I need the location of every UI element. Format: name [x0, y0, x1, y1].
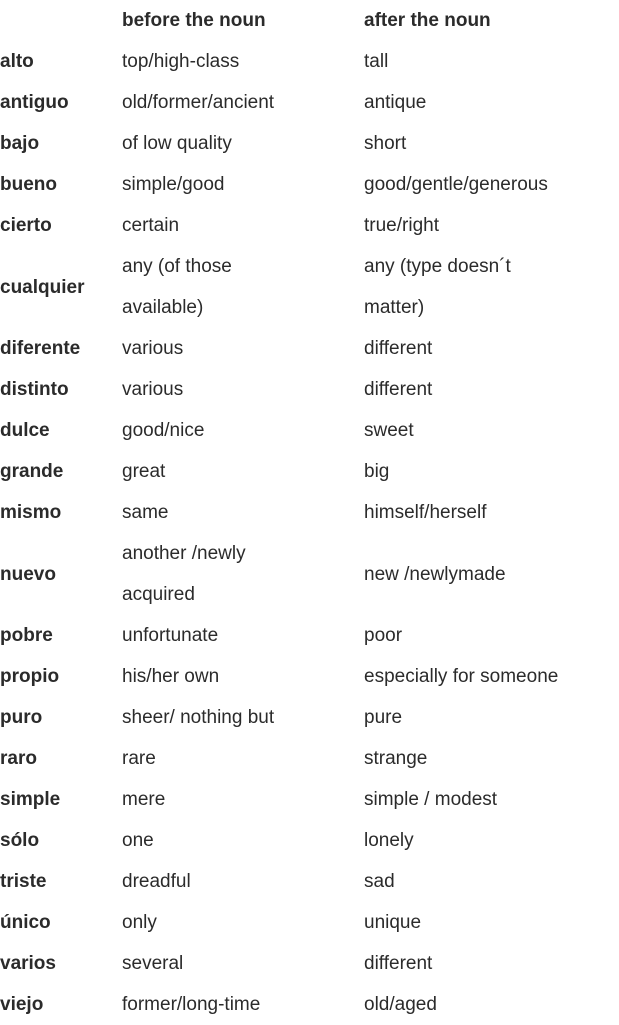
table-header-row: before the noun after the noun — [0, 0, 619, 41]
meaning-before-noun: of low quality — [122, 133, 232, 154]
adjective-word: triste — [0, 871, 47, 892]
adjective-word: antiguo — [0, 92, 69, 113]
meaning-after-noun: simple / modest — [364, 789, 498, 810]
meaning-before-noun: one — [122, 830, 154, 851]
adjective-word: distinto — [0, 379, 69, 400]
meaning-before-noun: former/long-time — [122, 994, 261, 1015]
adjective-word: bajo — [0, 133, 40, 154]
adjective-word: diferente — [0, 338, 81, 359]
meaning-before-noun: great — [122, 461, 166, 482]
meaning-before-noun: same — [122, 502, 169, 523]
meaning-after-noun: different — [364, 338, 433, 359]
meaning-after-noun: sweet — [364, 420, 414, 441]
table-row: mismo same himself/herself — [0, 492, 619, 533]
meaning-after-noun: new /newlymade — [364, 563, 506, 585]
meaning-before-noun-text: any (of those available) — [122, 256, 232, 318]
table-header: before the noun after the noun — [0, 0, 619, 41]
meaning-before-noun: his/her own — [122, 666, 220, 687]
meaning-after-noun: different — [364, 953, 433, 974]
table-row: triste dreadful sad — [0, 861, 619, 902]
adjective-word: simple — [0, 789, 61, 810]
table-row: alto top/high-class tall — [0, 41, 619, 82]
adjective-word: bueno — [0, 174, 57, 195]
adjective-word: propio — [0, 666, 60, 687]
adjective-word: cierto — [0, 215, 52, 236]
table-row: sólo one lonely — [0, 820, 619, 861]
meaning-after-noun: antique — [364, 92, 427, 113]
table-row: viejo former/long-time old/aged — [0, 984, 619, 1025]
table-body: alto top/high-class tall antiguo old/former/… — [0, 41, 619, 1025]
adjective-word: cualquier — [0, 276, 85, 298]
table-row: único only unique — [0, 902, 619, 943]
meaning-before-noun: simple/good — [122, 174, 225, 195]
meaning-before-noun: rare — [122, 748, 156, 769]
table-row: pobre unfortunate poor — [0, 615, 619, 656]
meaning-before-noun: certain — [122, 215, 180, 236]
adjective-table-container: before the noun after the noun alto top/h… — [0, 0, 619, 1025]
adjective-word: sólo — [0, 830, 40, 851]
meaning-after-noun: true/right — [364, 215, 439, 236]
table-row: propio his/her own especially for someone — [0, 656, 619, 697]
adjective-word: pobre — [0, 625, 53, 646]
meaning-before-noun: good/nice — [122, 420, 205, 441]
meaning-before-noun: another /newly acquired — [122, 533, 364, 615]
meaning-after-noun: different — [364, 379, 433, 400]
table-row: nuevo another /newly acquired new /newlyma… — [0, 533, 619, 615]
table-row: antiguo old/former/ancient antique — [0, 82, 619, 123]
meaning-after-noun: poor — [364, 625, 403, 646]
table-row: puro sheer/ nothing but pure — [0, 697, 619, 738]
meaning-before-noun: various — [122, 338, 184, 359]
meaning-before-noun: mere — [122, 789, 166, 810]
meaning-after-noun: unique — [364, 912, 422, 933]
table-row: varios several different — [0, 943, 619, 984]
adjective-word: dulce — [0, 420, 50, 441]
meaning-after-noun: good/gentle/generous — [364, 174, 548, 195]
table-row: cierto certain true/right — [0, 205, 619, 246]
table-row: simple mere simple / modest — [0, 779, 619, 820]
meaning-after-noun: big — [364, 461, 390, 482]
adjective-word: único — [0, 912, 51, 933]
meaning-after-noun: tall — [364, 51, 389, 72]
adjective-word: mismo — [0, 502, 62, 523]
meaning-after-noun: himself/herself — [364, 502, 487, 523]
adjective-word: alto — [0, 51, 34, 72]
meaning-after-noun: lonely — [364, 830, 414, 851]
meaning-after-noun: strange — [364, 748, 428, 769]
spanish-adjective-meaning-table: before the noun after the noun alto top/h… — [0, 0, 619, 1025]
column-header-before-the-noun: before the noun — [122, 10, 266, 31]
meaning-before-noun: unfortunate — [122, 625, 219, 646]
adjective-word: viejo — [0, 994, 44, 1015]
meaning-after-noun: sad — [364, 871, 395, 892]
meaning-before-noun: top/high-class — [122, 51, 240, 72]
meaning-after-noun: short — [364, 133, 407, 154]
meaning-after-noun-text: any (type doesn´t matter) — [364, 256, 511, 318]
meaning-before-noun: any (of those available) — [122, 246, 364, 328]
meaning-after-noun: pure — [364, 707, 403, 728]
meaning-before-noun: only — [122, 912, 157, 933]
adjective-word: varios — [0, 953, 56, 974]
table-row: diferente various different — [0, 328, 619, 369]
meaning-before-noun: dreadful — [122, 871, 191, 892]
adjective-word: grande — [0, 461, 64, 482]
table-row: bueno simple/good good/gentle/generous — [0, 164, 619, 205]
meaning-before-noun: sheer/ nothing but — [122, 707, 275, 728]
column-header-after-the-noun: after the noun — [364, 10, 491, 31]
meaning-before-noun-text: another /newly acquired — [122, 543, 246, 605]
table-row: distinto various different — [0, 369, 619, 410]
meaning-before-noun: old/former/ancient — [122, 92, 275, 113]
meaning-after-noun: especially for someone — [364, 666, 559, 687]
adjective-word: nuevo — [0, 563, 56, 585]
adjective-word: puro — [0, 707, 43, 728]
meaning-after-noun: old/aged — [364, 994, 437, 1015]
column-header-adjective — [0, 0, 122, 41]
table-row: bajo of low quality short — [0, 123, 619, 164]
table-row: grande great big — [0, 451, 619, 492]
adjective-word: raro — [0, 748, 37, 769]
meaning-before-noun: various — [122, 379, 184, 400]
meaning-before-noun: several — [122, 953, 184, 974]
table-row: cualquier any (of those available) any (ty… — [0, 246, 619, 328]
meaning-after-noun: any (type doesn´t matter) — [364, 246, 619, 328]
table-row: raro rare strange — [0, 738, 619, 779]
table-row: dulce good/nice sweet — [0, 410, 619, 451]
